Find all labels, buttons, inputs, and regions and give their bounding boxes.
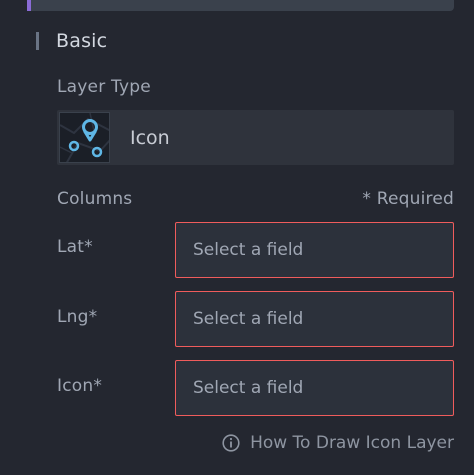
how-to-draw-link[interactable]: How To Draw Icon Layer xyxy=(222,433,454,453)
lng-field-select[interactable]: Select a field xyxy=(175,291,454,347)
layer-type-value: Icon xyxy=(130,126,170,149)
required-note: * Required xyxy=(362,189,454,209)
layer-type-selector[interactable]: Icon xyxy=(57,110,454,165)
icon-layer-thumbnail xyxy=(59,112,110,163)
lat-field-label: Lat* xyxy=(57,237,93,257)
layer-color-accent xyxy=(27,0,31,11)
section-title: Basic xyxy=(56,30,108,52)
info-icon xyxy=(222,434,240,452)
icon-field-label: Icon* xyxy=(57,376,103,396)
how-to-draw-text: How To Draw Icon Layer xyxy=(250,433,454,453)
icon-field-select[interactable]: Select a field xyxy=(175,360,454,416)
icon-field-placeholder: Select a field xyxy=(193,378,304,398)
section-header: Basic xyxy=(36,28,107,54)
lng-field-label: Lng* xyxy=(57,307,98,327)
lat-field-placeholder: Select a field xyxy=(193,240,304,260)
map-pin-icon xyxy=(60,113,109,162)
layer-type-label: Layer Type xyxy=(57,77,151,97)
lat-field-select[interactable]: Select a field xyxy=(175,222,454,278)
columns-label: Columns xyxy=(57,189,133,209)
section-divider-bar xyxy=(36,32,39,50)
collapsed-panel-header[interactable] xyxy=(27,0,454,11)
layer-config-panel: Basic Layer Type Icon Columns * Required… xyxy=(0,0,474,475)
lng-field-placeholder: Select a field xyxy=(193,309,304,329)
